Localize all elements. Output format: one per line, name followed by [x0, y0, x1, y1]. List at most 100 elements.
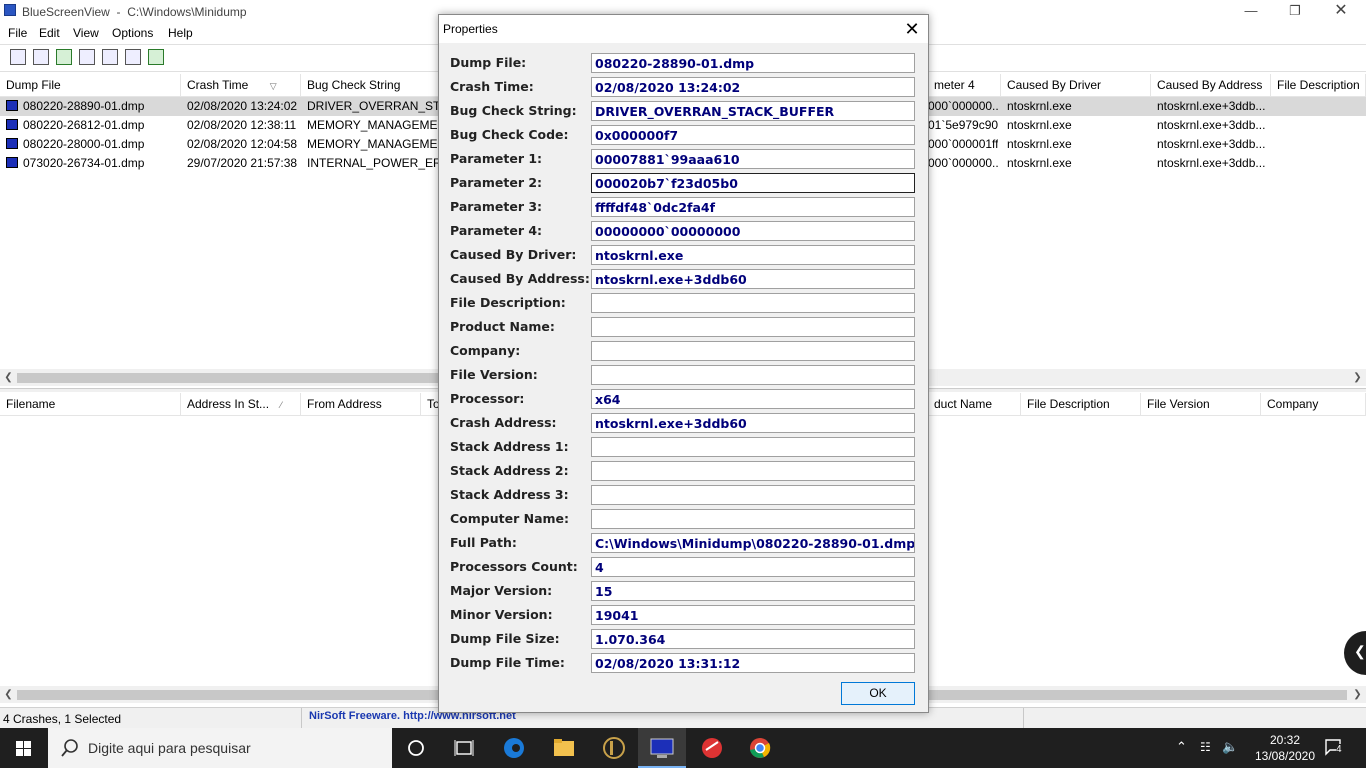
- column-filename[interactable]: Filename: [0, 393, 181, 415]
- side-expand-button[interactable]: ❮: [1344, 631, 1366, 675]
- cortana-button[interactable]: [392, 728, 440, 768]
- column-company[interactable]: Company: [1261, 393, 1366, 415]
- options-icon[interactable]: [102, 49, 118, 65]
- field-dump-file-time[interactable]: 02/08/2020 13:31:12: [591, 653, 915, 673]
- properties-icon[interactable]: [10, 49, 26, 65]
- menu-view[interactable]: View: [73, 26, 99, 40]
- cortana-icon: [408, 740, 424, 756]
- field-file-version[interactable]: [591, 365, 915, 385]
- column-crash-time[interactable]: Crash Time ▽: [181, 74, 301, 96]
- scroll-left-icon[interactable]: ❮: [0, 369, 17, 386]
- column-dump-file[interactable]: Dump File: [0, 74, 181, 96]
- exit-icon[interactable]: [148, 49, 164, 65]
- field-file-description[interactable]: [591, 293, 915, 313]
- ccleaner-button[interactable]: [688, 728, 736, 768]
- bluescreenview-taskbar-button[interactable]: [638, 728, 686, 768]
- menu-edit[interactable]: Edit: [39, 26, 60, 40]
- label-product-name: Product Name:: [450, 319, 555, 334]
- save-icon[interactable]: [33, 49, 49, 65]
- field-product-name[interactable]: [591, 317, 915, 337]
- chevron-up-icon[interactable]: ⌃: [1176, 739, 1187, 755]
- refresh-icon[interactable]: [56, 49, 72, 65]
- label-bug-check-string: Bug Check String:: [450, 103, 577, 118]
- field-stack-address-1[interactable]: [591, 437, 915, 457]
- column-file-description-lower[interactable]: File Description: [1021, 393, 1141, 415]
- field-computer-name[interactable]: [591, 509, 915, 529]
- dump-file-icon: [6, 119, 18, 130]
- task-view-button[interactable]: [440, 728, 488, 768]
- chevron-left-icon: ❮: [1354, 643, 1366, 659]
- column-crash-time-label: Crash Time: [187, 78, 249, 92]
- column-file-version[interactable]: File Version: [1141, 393, 1261, 415]
- taskbar-search-box[interactable]: Digite aqui para pesquisar: [48, 728, 392, 768]
- menu-file[interactable]: File: [8, 26, 27, 40]
- volume-icon[interactable]: 🔈: [1222, 739, 1238, 755]
- field-minor-version[interactable]: 19041: [591, 605, 915, 625]
- menu-options[interactable]: Options: [112, 26, 153, 40]
- column-caused-by-address[interactable]: Caused By Address: [1151, 74, 1271, 96]
- minimize-button[interactable]: —: [1228, 0, 1274, 22]
- restore-button[interactable]: ❐: [1272, 0, 1318, 22]
- column-bug-check-string[interactable]: Bug Check String: [301, 74, 441, 96]
- field-parameter-4[interactable]: 00000000`00000000: [591, 221, 915, 241]
- row-dump-file: 080220-28890-01.dmp: [23, 99, 145, 113]
- edge-icon: [504, 738, 524, 758]
- chrome-button[interactable]: [736, 728, 784, 768]
- notification-count: 4: [1336, 744, 1342, 755]
- bluescreen-icon: [650, 738, 674, 758]
- row-bug-check: MEMORY_MANAGEMEN...: [307, 118, 438, 132]
- field-processors-count[interactable]: 4: [591, 557, 915, 577]
- row-address: ntoskrnl.exe+3ddb...: [1157, 118, 1266, 132]
- row-driver: ntoskrnl.exe: [1007, 118, 1072, 132]
- column-caused-by-driver[interactable]: Caused By Driver: [1001, 74, 1151, 96]
- field-major-version[interactable]: 15: [591, 581, 915, 601]
- start-button[interactable]: [0, 728, 48, 768]
- field-processor[interactable]: x64: [591, 389, 915, 409]
- field-stack-address-2[interactable]: [591, 461, 915, 481]
- field-company[interactable]: [591, 341, 915, 361]
- column-from-address[interactable]: From Address: [301, 393, 421, 415]
- column-product-name[interactable]: duct Name: [928, 393, 1021, 415]
- scroll-right-icon[interactable]: ❯: [1349, 369, 1366, 386]
- close-window-button[interactable]: ✕: [1318, 0, 1364, 22]
- row-dump-file: 073020-26734-01.dmp: [23, 156, 145, 170]
- field-dump-file[interactable]: 080220-28890-01.dmp: [591, 53, 915, 73]
- field-full-path[interactable]: C:\Windows\Minidump\080220-28890-01.dmp: [591, 533, 915, 553]
- copy-icon[interactable]: [79, 49, 95, 65]
- file-explorer-button[interactable]: [540, 728, 588, 768]
- taskbar-clock[interactable]: 20:32 13/08/2020: [1250, 732, 1320, 764]
- field-dump-file-size[interactable]: 1.070.364: [591, 629, 915, 649]
- field-parameter-1[interactable]: 00007881`99aaa610: [591, 149, 915, 169]
- field-parameter-2[interactable]: 000020b7`f23d05b0: [591, 173, 915, 193]
- field-parameter-3[interactable]: ffffdf48`0dc2fa4f: [591, 197, 915, 217]
- field-crash-address[interactable]: ntoskrnl.exe+3ddb60: [591, 413, 915, 433]
- column-parameter-4[interactable]: meter 4: [928, 74, 1001, 96]
- label-caused-by-driver: Caused By Driver:: [450, 247, 577, 262]
- field-caused-by-driver[interactable]: ntoskrnl.exe: [591, 245, 915, 265]
- find-icon[interactable]: [125, 49, 141, 65]
- edge-button[interactable]: [490, 728, 538, 768]
- network-icon[interactable]: ☷: [1200, 740, 1211, 754]
- column-file-description[interactable]: File Description: [1271, 74, 1366, 96]
- scroll-left-icon[interactable]: ❮: [0, 686, 17, 703]
- ok-button[interactable]: OK: [841, 682, 915, 705]
- label-parameter-1: Parameter 1:: [450, 151, 543, 166]
- league-client-button[interactable]: [590, 728, 638, 768]
- label-parameter-2: Parameter 2:: [450, 175, 543, 190]
- menu-help[interactable]: Help: [168, 26, 193, 40]
- windows-start-icon: [16, 741, 31, 756]
- scrollbar-thumb[interactable]: [17, 373, 439, 383]
- column-address-in-stack[interactable]: Address In St... ⁄: [181, 393, 301, 415]
- scroll-right-icon[interactable]: ❯: [1349, 686, 1366, 703]
- close-icon[interactable]: ✕: [897, 17, 927, 41]
- label-stack-address-3: Stack Address 3:: [450, 487, 569, 502]
- scrollbar-thumb[interactable]: [17, 690, 439, 700]
- field-bug-check-string[interactable]: DRIVER_OVERRAN_STACK_BUFFER: [591, 101, 915, 121]
- field-stack-address-3[interactable]: [591, 485, 915, 505]
- status-divider: [301, 708, 302, 729]
- league-icon: [603, 737, 625, 759]
- notification-center-button[interactable]: 4: [1324, 738, 1344, 756]
- field-crash-time[interactable]: 02/08/2020 13:24:02: [591, 77, 915, 97]
- field-caused-by-address[interactable]: ntoskrnl.exe+3ddb60: [591, 269, 915, 289]
- field-bug-check-code[interactable]: 0x000000f7: [591, 125, 915, 145]
